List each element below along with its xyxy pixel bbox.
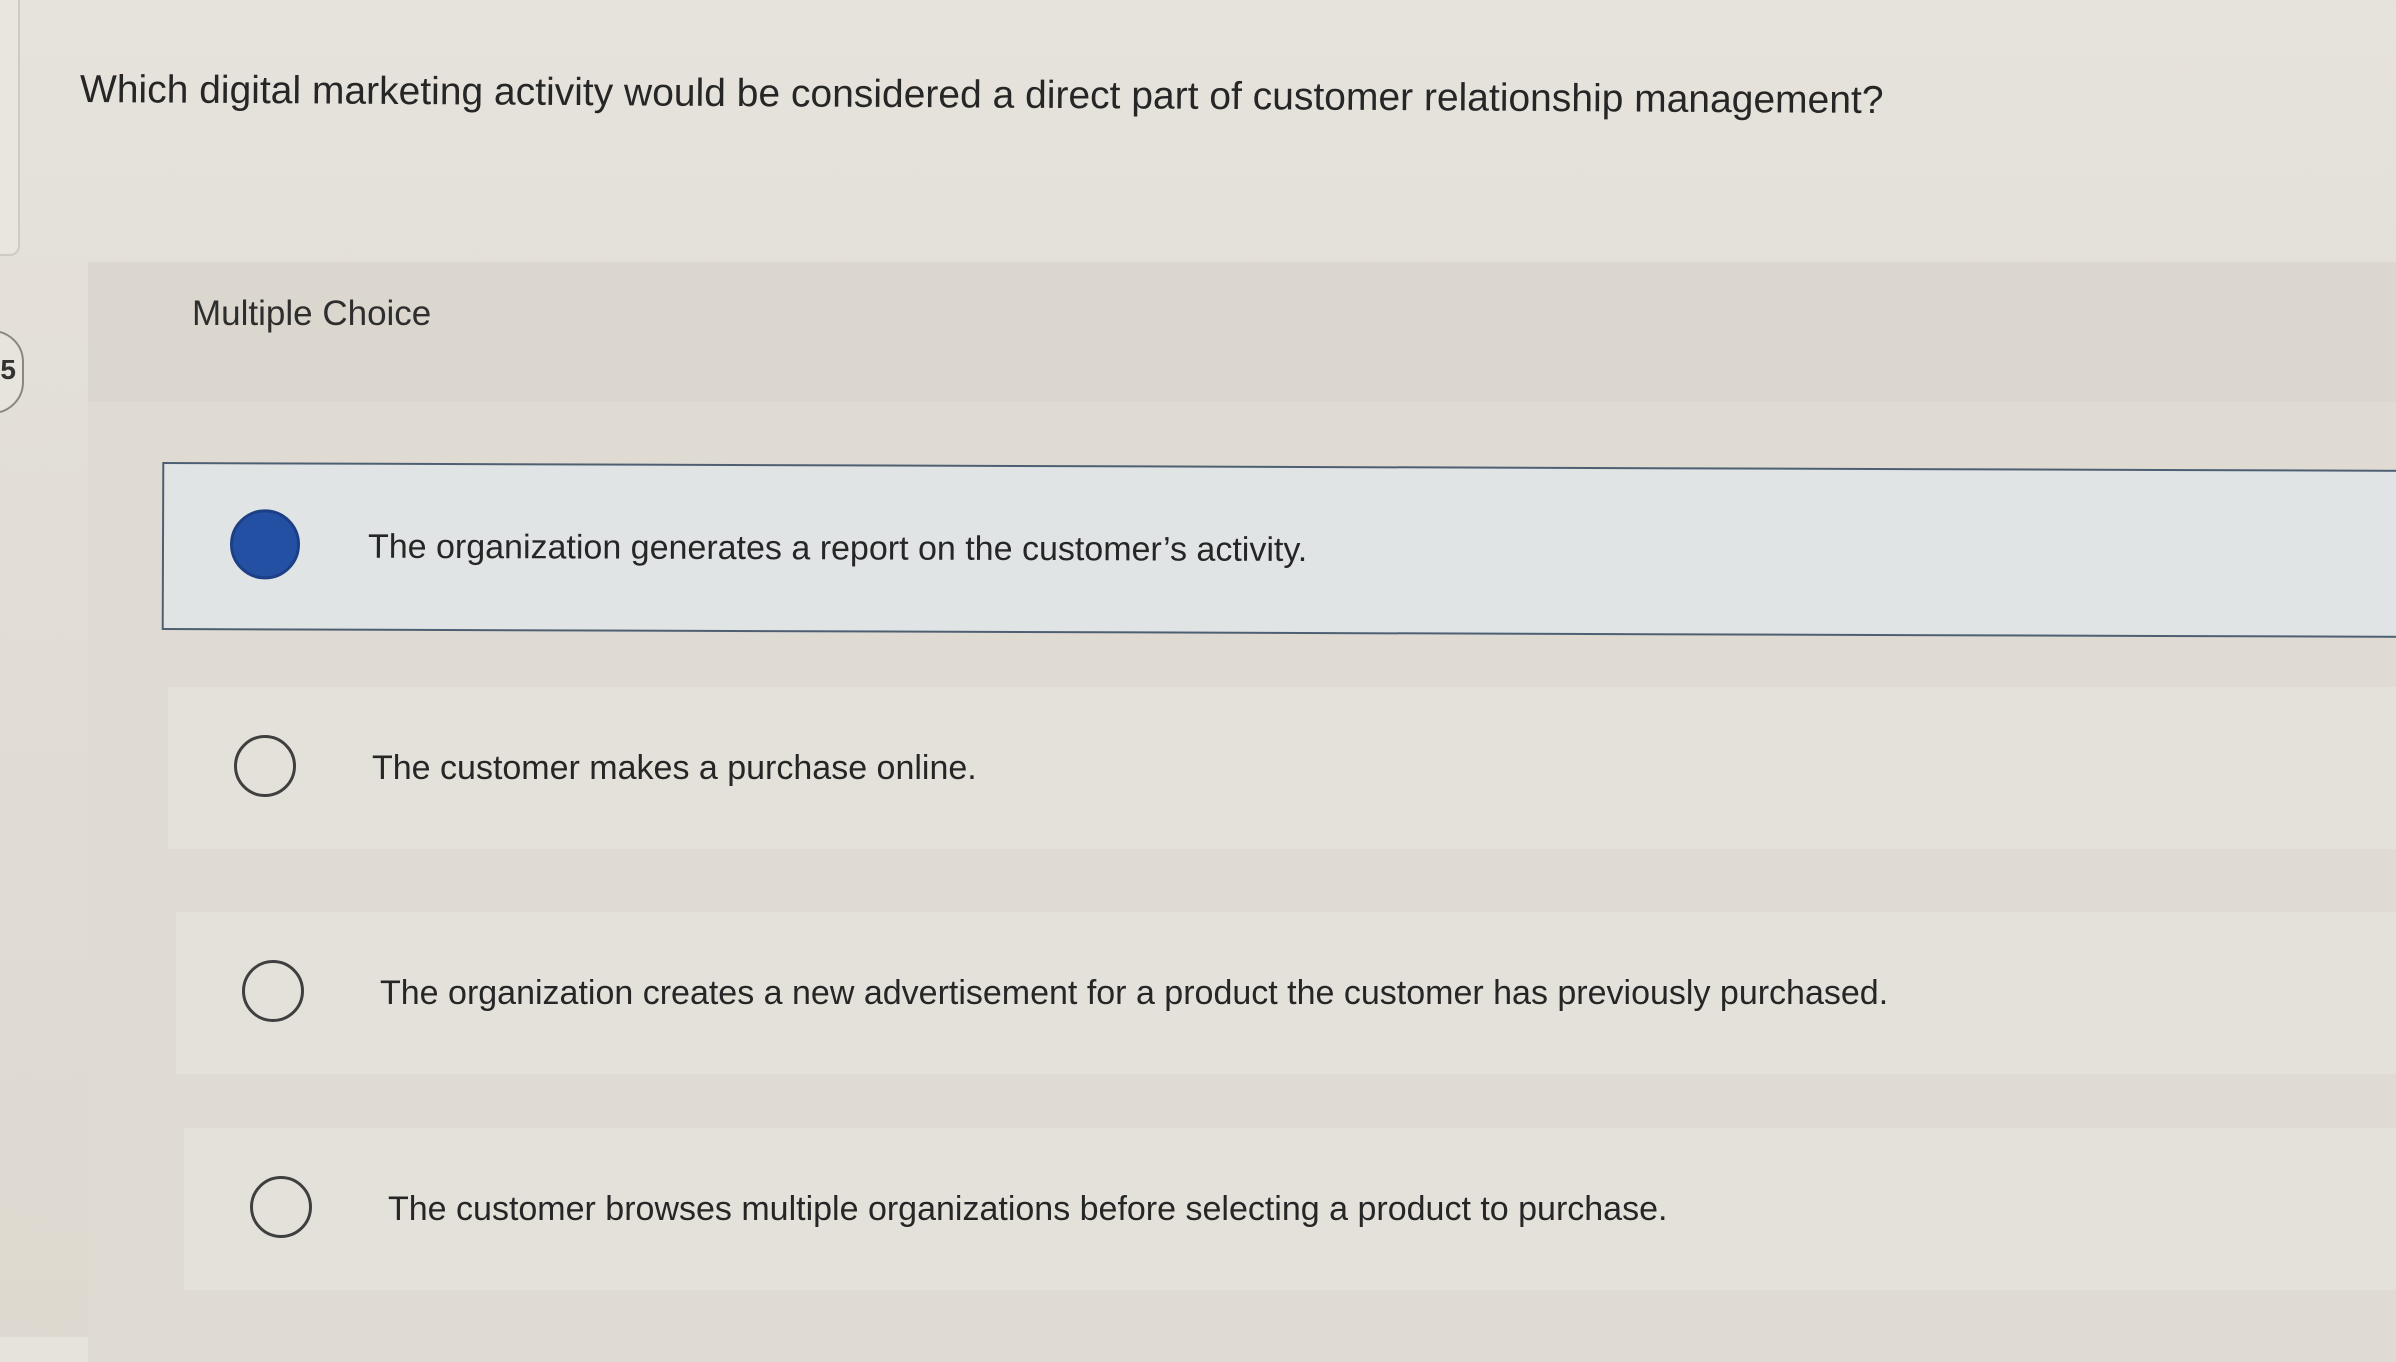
previous-panel-edge bbox=[0, 0, 20, 256]
question-number: 5 bbox=[0, 354, 16, 385]
answer-option-text: The customer browses multiple organizati… bbox=[388, 1190, 1668, 1228]
answer-option-text: The customer makes a purchase online. bbox=[372, 749, 977, 787]
answer-option-text: The organization creates a new advertise… bbox=[380, 974, 1889, 1012]
radio-button[interactable] bbox=[234, 735, 296, 797]
question-text: Which digital marketing activity would b… bbox=[79, 68, 1884, 123]
answer-panel-header: Multiple Choice bbox=[88, 262, 2396, 402]
answer-option-2[interactable]: The customer makes a purchase online. bbox=[168, 687, 2396, 849]
answer-option-4[interactable]: The customer browses multiple organizati… bbox=[184, 1128, 2396, 1290]
answer-option-1[interactable]: The organization generates a report on t… bbox=[161, 462, 2396, 639]
radio-button-selected[interactable] bbox=[229, 509, 301, 580]
answer-panel: Multiple Choice The organization generat… bbox=[88, 262, 2396, 1362]
answer-option-3[interactable]: The organization creates a new advertise… bbox=[176, 912, 2396, 1074]
radio-button[interactable] bbox=[242, 960, 304, 1022]
answer-option-text: The organization generates a report on t… bbox=[367, 527, 1308, 569]
radio-button[interactable] bbox=[250, 1176, 312, 1238]
question-type-label: Multiple Choice bbox=[192, 294, 432, 333]
question-number-badge[interactable]: 5 bbox=[0, 330, 24, 414]
